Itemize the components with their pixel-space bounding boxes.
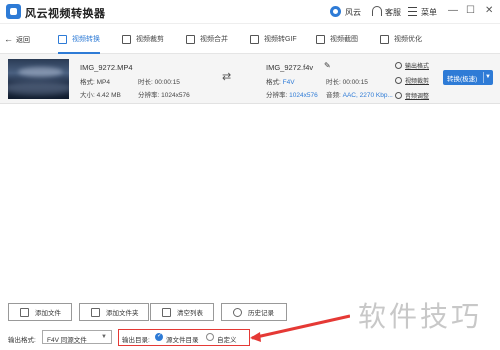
tab-label: 视频裁剪 xyxy=(136,36,164,43)
output-dir-label: 输出目录: xyxy=(122,337,150,344)
clear-list-button[interactable]: 清空列表 xyxy=(150,303,214,321)
output-format-link[interactable]: 输出格式 xyxy=(395,61,429,70)
video-merge-icon xyxy=(186,34,195,44)
tab-video-screenshot[interactable]: 视频截图 xyxy=(316,24,358,54)
clear-list-icon xyxy=(162,307,171,317)
video-crop-link[interactable]: 视频裁剪 xyxy=(395,76,429,85)
headset-icon[interactable] xyxy=(372,6,382,16)
app-title: 风云视频转换器 xyxy=(25,8,106,20)
chevron-down-icon[interactable]: ▼ xyxy=(485,74,491,80)
tab-label: 视频截图 xyxy=(330,36,358,43)
add-file-button[interactable]: 添加文件 xyxy=(8,303,72,321)
convert-arrow-icon: ⇄ xyxy=(222,71,232,83)
add-file-icon xyxy=(20,307,29,317)
source-size: 大小: 4.42 MB xyxy=(80,92,121,99)
tab-video-merge[interactable]: 视频合并 xyxy=(186,24,228,54)
target-audio: 音频: AAC, 2270 Kbp... xyxy=(326,92,393,99)
output-format-select[interactable]: F4V 同源文件 ▼ xyxy=(42,330,112,344)
target-file-name: IMG_9272.f4v xyxy=(266,63,314,72)
tab-label: 视频转换 xyxy=(72,36,100,43)
radio-custom-dir-label[interactable]: 自定义 xyxy=(217,334,237,344)
arrow-head xyxy=(250,332,261,342)
annotation-arrow xyxy=(250,314,351,342)
radio-source-dir[interactable] xyxy=(155,332,163,341)
menu-icon[interactable] xyxy=(408,7,417,16)
video-convert-icon xyxy=(58,34,67,44)
pencil-icon[interactable]: ✎ xyxy=(324,61,331,70)
add-folder-button[interactable]: 添加文件夹 xyxy=(79,303,149,321)
close-button[interactable]: ✕ xyxy=(485,5,493,16)
tab-video-optimize[interactable]: 视频优化 xyxy=(380,24,422,54)
convert-button[interactable]: 转换(极速) ▼ xyxy=(443,70,493,85)
tab-video-gif[interactable]: 视频转GIF xyxy=(250,24,297,54)
video-crop-icon xyxy=(122,34,131,44)
source-format: 格式: MP4 xyxy=(80,79,110,86)
user-avatar-icon[interactable] xyxy=(330,6,341,17)
tab-label: 视频合并 xyxy=(200,36,228,43)
history-icon xyxy=(233,307,242,317)
back-arrow-icon: ← xyxy=(4,34,13,44)
scissors-icon xyxy=(395,77,402,84)
radio-source-dir-label[interactable]: 源文件目录 xyxy=(166,334,199,344)
source-duration: 时长: 00:00:15 xyxy=(138,79,180,86)
radio-custom-dir[interactable] xyxy=(206,333,214,341)
target-format: 格式: F4V xyxy=(266,79,295,86)
tab-video-crop[interactable]: 视频裁剪 xyxy=(122,24,164,54)
add-folder-icon xyxy=(91,307,100,317)
back-label: 返回 xyxy=(16,37,30,44)
minimize-button[interactable]: — xyxy=(448,5,458,16)
tab-video-convert[interactable]: 视频转换 xyxy=(58,24,100,54)
maximize-button[interactable]: ☐ xyxy=(466,5,475,16)
support-button[interactable]: 客服 xyxy=(385,7,401,18)
source-resolution: 分辨率: 1024x576 xyxy=(138,92,190,99)
back-button[interactable]: ← 返回 xyxy=(4,34,30,45)
screenshot-icon xyxy=(316,34,325,44)
tab-label: 视频转GIF xyxy=(264,36,297,43)
menu-button[interactable]: 菜单 xyxy=(421,7,437,18)
settings-icon xyxy=(395,62,402,69)
app-logo-icon xyxy=(6,4,21,19)
watermark: 软件技巧 xyxy=(350,287,500,350)
arrow-shaft xyxy=(251,314,351,340)
output-format-label: 输出格式: xyxy=(8,337,36,344)
chevron-down-icon: ▼ xyxy=(101,334,107,340)
audio-adjust-link[interactable]: 音频调整 xyxy=(395,91,429,100)
user-name[interactable]: 风云 xyxy=(345,7,361,18)
target-duration: 时长: 00:00:15 xyxy=(326,79,368,86)
target-resolution: 分辨率: 1024x576 xyxy=(266,92,318,99)
audio-icon xyxy=(395,92,402,99)
title-bar: 风云视频转换器 风云 客服 菜单 — ☐ ✕ xyxy=(0,0,500,24)
source-file-name: IMG_9272.MP4 xyxy=(80,63,133,72)
tool-nav: ← 返回 视频转换 视频裁剪 视频合并 视频转GIF 视频截图 视频优化 xyxy=(0,24,500,54)
optimize-icon xyxy=(380,34,389,44)
tab-label: 视频优化 xyxy=(394,36,422,43)
gif-icon xyxy=(250,34,259,44)
video-thumbnail xyxy=(8,59,69,99)
